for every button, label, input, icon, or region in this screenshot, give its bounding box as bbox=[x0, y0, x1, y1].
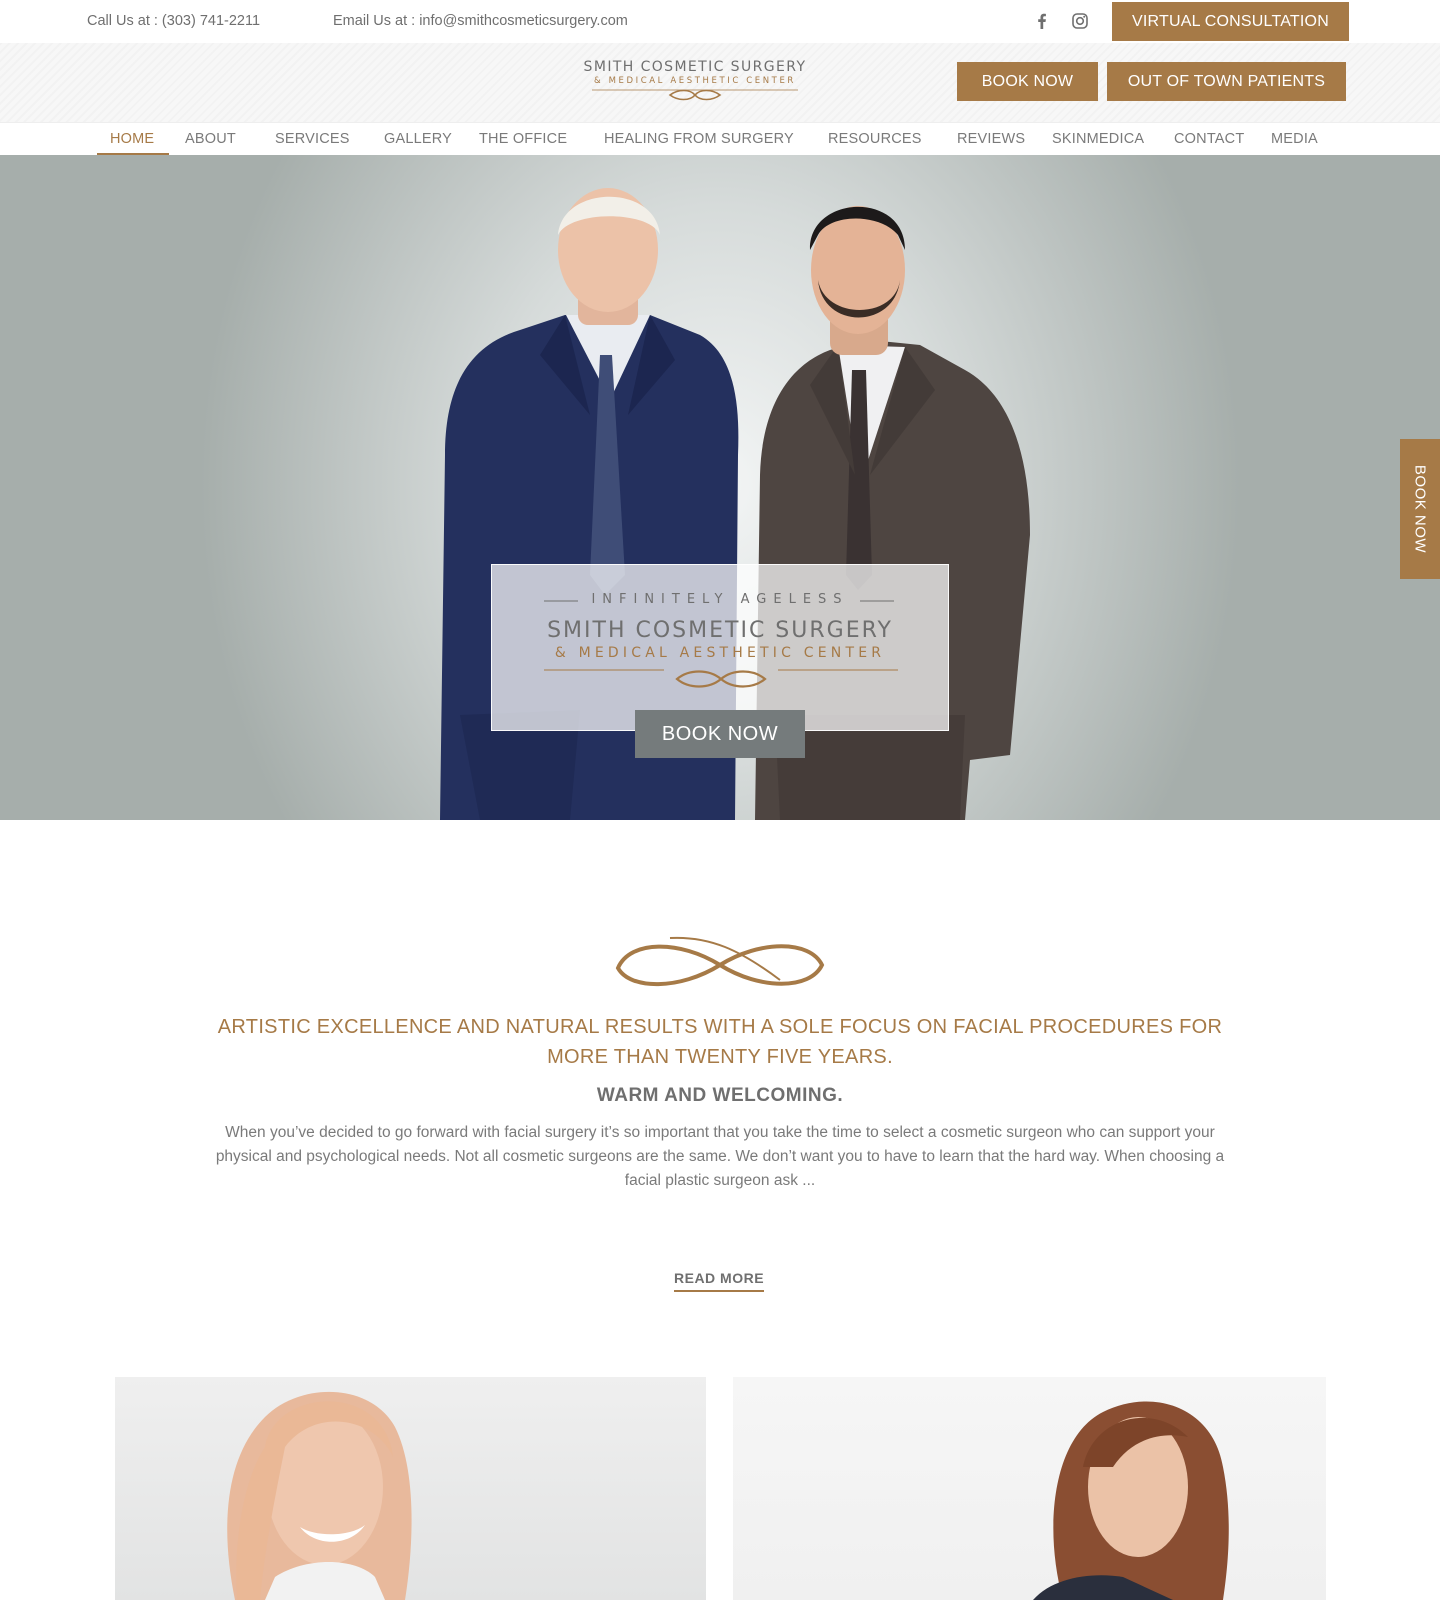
book-now-header-button[interactable]: BOOK NOW bbox=[957, 62, 1098, 101]
site-logo[interactable]: SMITH COSMETIC SURGERY & MEDICAL AESTHET… bbox=[580, 59, 810, 101]
hero-banner: INFINITELY AGELESS SMITH COSMETIC SURGER… bbox=[0, 155, 1440, 820]
nav-item-services[interactable]: SERVICES bbox=[275, 131, 350, 147]
top-bar: Call Us at : (303) 741-2211 Email Us at … bbox=[0, 0, 1440, 43]
nav-item-about[interactable]: ABOUT bbox=[185, 131, 236, 147]
hero-tagline: INFINITELY AGELESS bbox=[591, 592, 849, 607]
nav-item-healing-from-surgery[interactable]: HEALING FROM SURGERY bbox=[604, 131, 794, 147]
nav-item-the-office[interactable]: THE OFFICE bbox=[479, 131, 567, 147]
main-nav: HOME ABOUT SERVICES GALLERY THE OFFICE H… bbox=[0, 122, 1440, 155]
logo-line2: & MEDICAL AESTHETIC CENTER bbox=[594, 76, 796, 86]
phone-link[interactable]: Call Us at : (303) 741-2211 bbox=[87, 13, 260, 29]
nav-item-skinmedica[interactable]: SKINMEDICA bbox=[1052, 131, 1144, 147]
nav-item-resources[interactable]: RESOURCES bbox=[828, 131, 922, 147]
hero-book-now-button[interactable]: BOOK NOW bbox=[635, 710, 805, 758]
woman-brunette-image bbox=[1033, 1401, 1229, 1600]
woman-blonde-image bbox=[227, 1391, 412, 1600]
read-more-link[interactable]: READ MORE bbox=[674, 1270, 765, 1292]
nav-item-home[interactable]: HOME bbox=[110, 131, 154, 147]
nav-item-media[interactable]: MEDIA bbox=[1271, 131, 1318, 147]
intro-heading: ARTISTIC EXCELLENCE AND NATURAL RESULTS … bbox=[217, 1016, 1223, 1068]
hero-name-line1: SMITH COSMETIC SURGERY bbox=[547, 618, 893, 643]
instagram-icon[interactable] bbox=[1070, 11, 1090, 31]
nav-item-contact[interactable]: CONTACT bbox=[1174, 131, 1244, 147]
side-book-now-label: BOOK NOW bbox=[1411, 464, 1429, 554]
site-header: SMITH COSMETIC SURGERY & MEDICAL AESTHET… bbox=[0, 43, 1440, 122]
side-book-now-tab[interactable]: BOOK NOW bbox=[1400, 439, 1440, 579]
out-of-town-patients-button[interactable]: OUT OF TOWN PATIENTS bbox=[1107, 62, 1346, 101]
service-image-woman-brunette[interactable] bbox=[733, 1377, 1326, 1600]
intro-body-text: When you’ve decided to go forward with f… bbox=[215, 1124, 1225, 1189]
hero-ornament-icon bbox=[544, 669, 898, 688]
intro-subheading: WARM AND WELCOMING. bbox=[596, 1085, 844, 1106]
logo-ornament-icon bbox=[592, 89, 798, 101]
hero-logo-card: INFINITELY AGELESS SMITH COSMETIC SURGER… bbox=[491, 564, 949, 731]
virtual-consultation-button[interactable]: VIRTUAL CONSULTATION bbox=[1112, 2, 1349, 41]
email-link[interactable]: Email Us at : info@smithcosmeticsurgery.… bbox=[333, 13, 628, 29]
logo-line1: SMITH COSMETIC SURGERY bbox=[583, 59, 807, 75]
nav-item-reviews[interactable]: REVIEWS bbox=[957, 131, 1025, 147]
facebook-icon[interactable] bbox=[1032, 11, 1052, 31]
service-image-woman-blonde[interactable] bbox=[115, 1377, 706, 1600]
hero-name-line2: & MEDICAL AESTHETIC CENTER bbox=[554, 645, 886, 661]
intro-ornament-icon bbox=[615, 936, 825, 987]
nav-item-gallery[interactable]: GALLERY bbox=[384, 131, 452, 147]
